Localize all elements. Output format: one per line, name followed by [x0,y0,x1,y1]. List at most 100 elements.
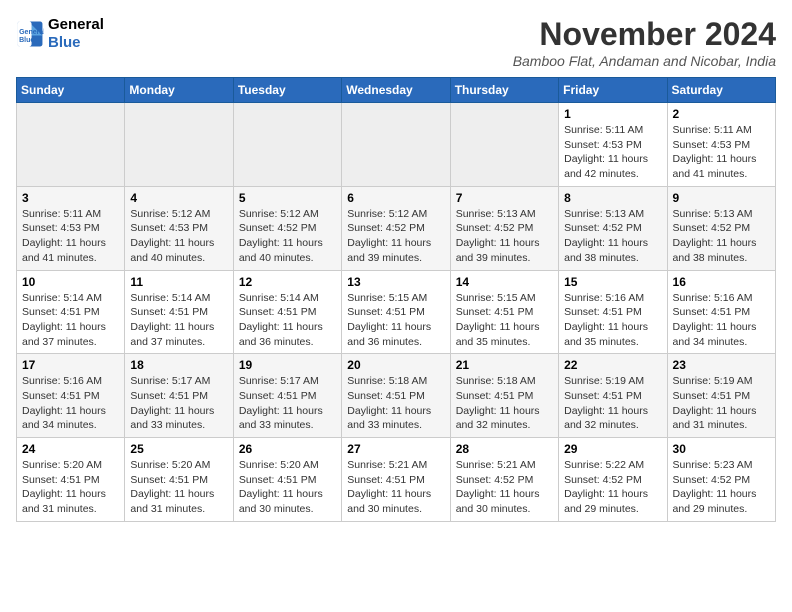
day-number: 6 [347,191,444,205]
day-info: Sunrise: 5:13 AM Sunset: 4:52 PM Dayligh… [456,207,553,266]
calendar-cell: 1 Sunrise: 5:11 AM Sunset: 4:53 PM Daylig… [559,103,667,187]
logo: General Blue General Blue [16,16,104,52]
day-info: Sunrise: 5:19 AM Sunset: 4:51 PM Dayligh… [673,374,770,433]
day-number: 16 [673,275,770,289]
calendar-cell: 15 Sunrise: 5:16 AM Sunset: 4:51 PM Dayli… [559,270,667,354]
calendar-cell: 30 Sunrise: 5:23 AM Sunset: 4:52 PM Dayli… [667,438,775,522]
weekday-header-saturday: Saturday [667,78,775,103]
calendar-table: SundayMondayTuesdayWednesdayThursdayFrid… [16,77,776,522]
day-number: 25 [130,442,227,456]
month-title: November 2024 [513,16,776,53]
weekday-header-thursday: Thursday [450,78,558,103]
day-number: 2 [673,107,770,121]
day-number: 14 [456,275,553,289]
day-info: Sunrise: 5:11 AM Sunset: 4:53 PM Dayligh… [22,207,119,266]
day-info: Sunrise: 5:23 AM Sunset: 4:52 PM Dayligh… [673,458,770,517]
calendar-cell: 29 Sunrise: 5:22 AM Sunset: 4:52 PM Dayli… [559,438,667,522]
day-number: 10 [22,275,119,289]
day-info: Sunrise: 5:13 AM Sunset: 4:52 PM Dayligh… [564,207,661,266]
day-info: Sunrise: 5:17 AM Sunset: 4:51 PM Dayligh… [239,374,336,433]
day-number: 19 [239,358,336,372]
calendar-cell: 18 Sunrise: 5:17 AM Sunset: 4:51 PM Dayli… [125,354,233,438]
weekday-header-friday: Friday [559,78,667,103]
calendar-cell: 28Sunrise: 5:21 AM Sunset: 4:52 PM Dayli… [450,438,558,522]
calendar-cell: 6 Sunrise: 5:12 AM Sunset: 4:52 PM Daylig… [342,186,450,270]
day-info: Sunrise: 5:20 AM Sunset: 4:51 PM Dayligh… [130,458,227,517]
day-info: Sunrise: 5:22 AM Sunset: 4:52 PM Dayligh… [564,458,661,517]
calendar-cell: 23 Sunrise: 5:19 AM Sunset: 4:51 PM Dayli… [667,354,775,438]
day-number: 8 [564,191,661,205]
weekday-header-sunday: Sunday [17,78,125,103]
location-subtitle: Bamboo Flat, Andaman and Nicobar, India [513,53,776,69]
day-info: Sunrise: 5:11 AM Sunset: 4:53 PM Dayligh… [564,123,661,182]
day-info: Sunrise: 5:18 AM Sunset: 4:51 PM Dayligh… [347,374,444,433]
day-info: Sunrise: 5:21 AM Sunset: 4:52 PM Dayligh… [456,458,553,517]
day-number: 5 [239,191,336,205]
calendar-cell [125,103,233,187]
day-number: 18 [130,358,227,372]
day-number: 22 [564,358,661,372]
day-info: Sunrise: 5:14 AM Sunset: 4:51 PM Dayligh… [22,291,119,350]
calendar-cell: 22 Sunrise: 5:19 AM Sunset: 4:51 PM Dayli… [559,354,667,438]
calendar-cell: 5Sunrise: 5:12 AM Sunset: 4:52 PM Daylig… [233,186,341,270]
calendar-cell: 21Sunrise: 5:18 AM Sunset: 4:51 PM Dayli… [450,354,558,438]
calendar-cell: 19 Sunrise: 5:17 AM Sunset: 4:51 PM Dayli… [233,354,341,438]
calendar-cell: 13Sunrise: 5:15 AM Sunset: 4:51 PM Dayli… [342,270,450,354]
day-number: 27 [347,442,444,456]
day-info: Sunrise: 5:12 AM Sunset: 4:52 PM Dayligh… [347,207,444,266]
day-number: 3 [22,191,119,205]
day-number: 17 [22,358,119,372]
weekday-header-monday: Monday [125,78,233,103]
day-number: 11 [130,275,227,289]
day-info: Sunrise: 5:17 AM Sunset: 4:51 PM Dayligh… [130,374,227,433]
day-info: Sunrise: 5:16 AM Sunset: 4:51 PM Dayligh… [673,291,770,350]
weekday-header-tuesday: Tuesday [233,78,341,103]
day-number: 15 [564,275,661,289]
calendar-cell: 8 Sunrise: 5:13 AM Sunset: 4:52 PM Daylig… [559,186,667,270]
day-number: 29 [564,442,661,456]
day-number: 24 [22,442,119,456]
calendar-cell: 24 Sunrise: 5:20 AM Sunset: 4:51 PM Dayli… [17,438,125,522]
day-number: 23 [673,358,770,372]
title-area: November 2024 Bamboo Flat, Andaman and N… [513,16,776,69]
calendar-cell: 12 Sunrise: 5:14 AM Sunset: 4:51 PM Dayli… [233,270,341,354]
day-info: Sunrise: 5:20 AM Sunset: 4:51 PM Dayligh… [22,458,119,517]
day-number: 4 [130,191,227,205]
day-info: Sunrise: 5:20 AM Sunset: 4:51 PM Dayligh… [239,458,336,517]
calendar-cell: 2 Sunrise: 5:11 AM Sunset: 4:53 PM Daylig… [667,103,775,187]
day-info: Sunrise: 5:16 AM Sunset: 4:51 PM Dayligh… [22,374,119,433]
calendar-cell: 3 Sunrise: 5:11 AM Sunset: 4:53 PM Daylig… [17,186,125,270]
calendar-cell: 11 Sunrise: 5:14 AM Sunset: 4:51 PM Dayli… [125,270,233,354]
calendar-cell: 25 Sunrise: 5:20 AM Sunset: 4:51 PM Dayli… [125,438,233,522]
calendar-cell: 7 Sunrise: 5:13 AM Sunset: 4:52 PM Daylig… [450,186,558,270]
svg-text:General: General [19,29,44,36]
day-info: Sunrise: 5:12 AM Sunset: 4:53 PM Dayligh… [130,207,227,266]
day-info: Sunrise: 5:14 AM Sunset: 4:51 PM Dayligh… [130,291,227,350]
day-number: 9 [673,191,770,205]
day-number: 1 [564,107,661,121]
calendar-cell [342,103,450,187]
weekday-header-wednesday: Wednesday [342,78,450,103]
calendar-cell: 17 Sunrise: 5:16 AM Sunset: 4:51 PM Dayli… [17,354,125,438]
calendar-cell: 27Sunrise: 5:21 AM Sunset: 4:51 PM Dayli… [342,438,450,522]
day-number: 21 [456,358,553,372]
page-header: General Blue General Blue November 2024 … [16,16,776,69]
day-info: Sunrise: 5:11 AM Sunset: 4:53 PM Dayligh… [673,123,770,182]
calendar-cell: 9Sunrise: 5:13 AM Sunset: 4:52 PM Daylig… [667,186,775,270]
day-number: 30 [673,442,770,456]
day-info: Sunrise: 5:14 AM Sunset: 4:51 PM Dayligh… [239,291,336,350]
calendar-cell [17,103,125,187]
day-number: 26 [239,442,336,456]
day-info: Sunrise: 5:16 AM Sunset: 4:51 PM Dayligh… [564,291,661,350]
day-number: 7 [456,191,553,205]
calendar-cell [233,103,341,187]
calendar-cell [450,103,558,187]
day-number: 20 [347,358,444,372]
calendar-cell: 14Sunrise: 5:15 AM Sunset: 4:51 PM Dayli… [450,270,558,354]
calendar-cell: 20 Sunrise: 5:18 AM Sunset: 4:51 PM Dayli… [342,354,450,438]
calendar-cell: 10 Sunrise: 5:14 AM Sunset: 4:51 PM Dayli… [17,270,125,354]
day-info: Sunrise: 5:19 AM Sunset: 4:51 PM Dayligh… [564,374,661,433]
calendar-cell: 16 Sunrise: 5:16 AM Sunset: 4:51 PM Dayli… [667,270,775,354]
svg-text:Blue: Blue [19,37,34,44]
day-number: 12 [239,275,336,289]
